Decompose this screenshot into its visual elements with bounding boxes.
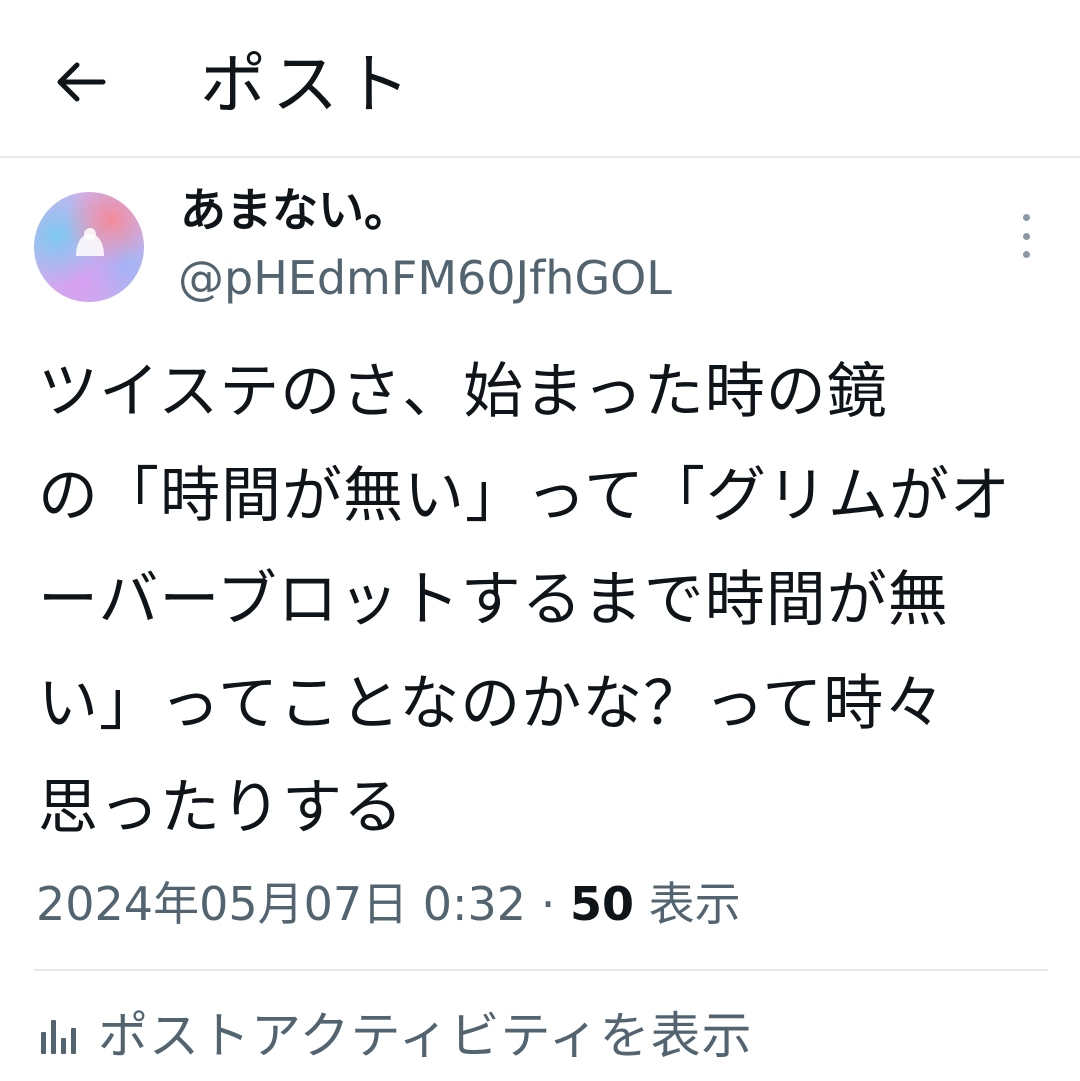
post-activity-label: ポストアクティビティを表示 (98, 1007, 753, 1065)
author-display-name[interactable]: あまない。 (180, 180, 410, 240)
arrow-left-icon (57, 62, 106, 102)
view-count: 50 (569, 877, 634, 931)
meta-separator: · (540, 877, 556, 931)
post-text-line: 思ったりする (38, 773, 404, 843)
post-text-line: い」ってことなのかな？って時々 (38, 669, 946, 739)
post-detail-page: ポスト あまない。 @pHEdmFM60JfhGOL ツイステのさ、始まった時の… (0, 0, 1080, 1081)
top-app-bar: ポスト (0, 0, 1080, 158)
view-label: 表示 (648, 877, 741, 931)
page-title: ポスト (200, 46, 416, 123)
more-options-button[interactable] (1010, 214, 1042, 258)
post-text: ツイステのさ、始まった時の鏡 の「時間が無い」って「グリムがオ ーバーブロットす… (38, 340, 1048, 860)
post-text-line: ーバーブロットするまで時間が無 (38, 565, 949, 635)
analytics-bars-icon (41, 1020, 76, 1054)
post-activity-button[interactable]: ポストアクティビティを表示 (38, 998, 753, 1074)
avatar-figure-image (76, 228, 104, 256)
post-text-line: ツイステのさ、始まった時の鏡 (38, 357, 888, 427)
avatar[interactable] (34, 192, 144, 302)
back-button[interactable] (40, 42, 120, 122)
post-meta: 2024年05月07日 0:32 · 50 表示 (36, 868, 741, 940)
author-handle[interactable]: @pHEdmFM60JfhGOL (178, 248, 672, 308)
divider (34, 969, 1048, 971)
post-text-line: の「時間が無い」って「グリムがオ (38, 461, 1011, 531)
more-vertical-icon (1022, 214, 1030, 221)
post-timestamp[interactable]: 2024年05月07日 0:32 (36, 877, 526, 931)
